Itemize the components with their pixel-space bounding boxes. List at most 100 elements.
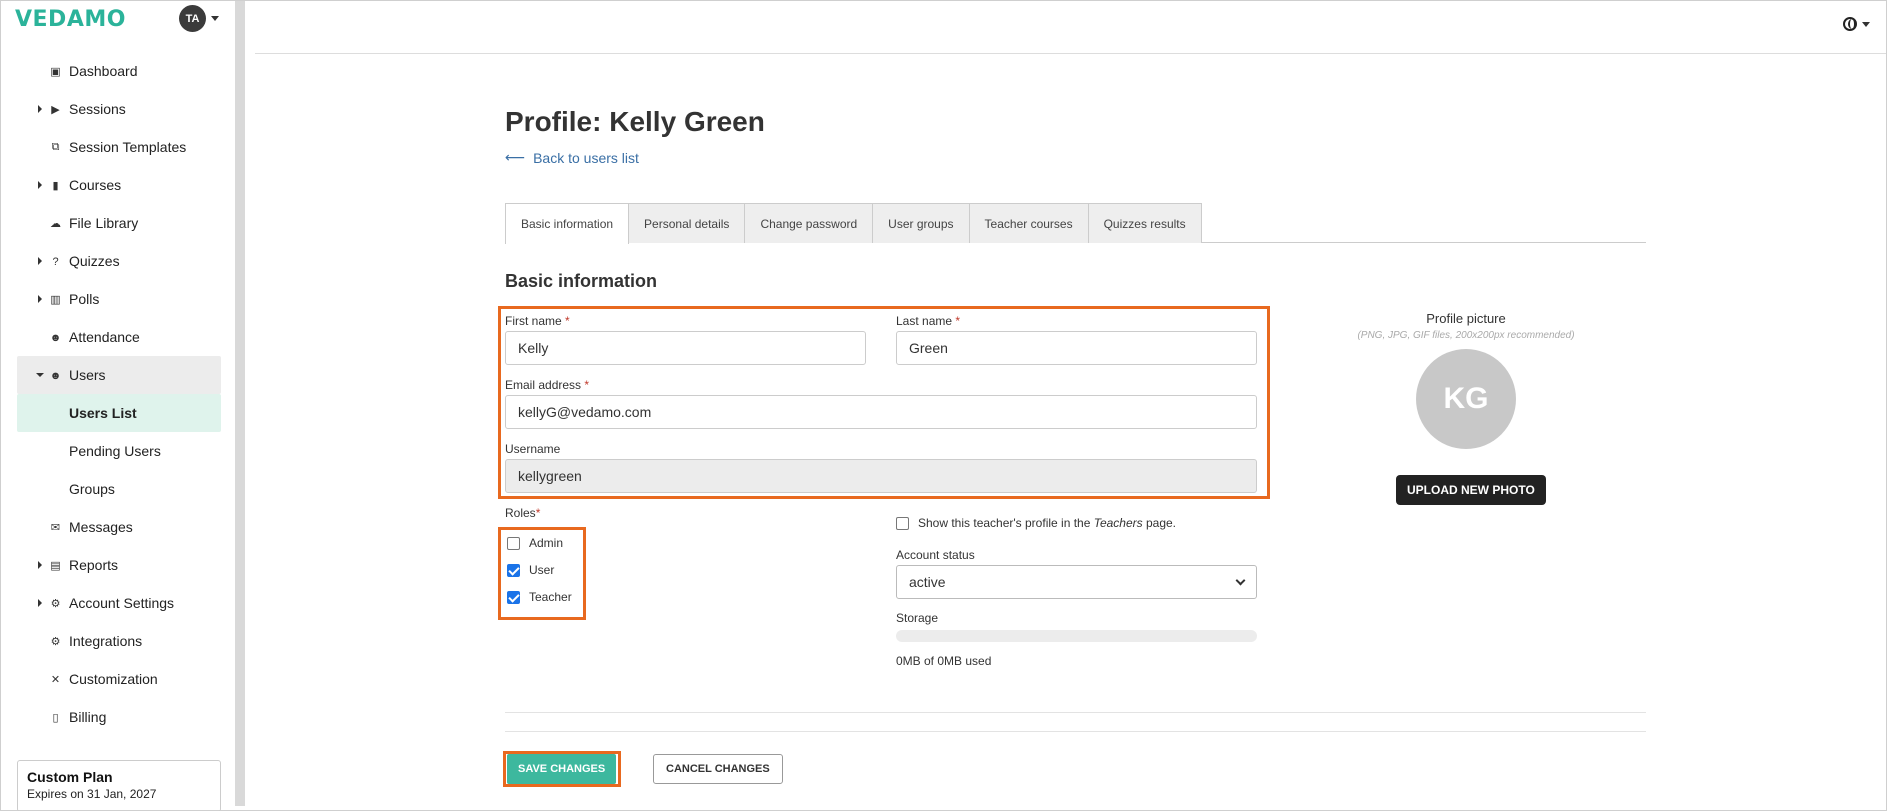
divider [505,712,1646,713]
tab-user-groups[interactable]: User groups [872,203,970,243]
role-user-checkbox[interactable] [507,563,520,577]
gear-icon: ⚙ [50,598,61,610]
sidebar-item-pending-users[interactable]: Pending Users [17,432,221,470]
sidebar-item-billing[interactable]: ▯ Billing [17,698,221,736]
required-mark: * [535,506,541,520]
tab-quizzes-results[interactable]: Quizzes results [1087,203,1202,243]
last-name-label: Last name * [896,314,960,328]
users-icon: ☻ [49,369,62,382]
sidebar-item-label: Pending Users [69,443,161,459]
receipt-icon: ▯ [52,712,59,724]
back-link[interactable]: ⟵ Back to users list [505,149,1646,166]
back-link-label: Back to users list [533,149,639,166]
main-content: Profile: Kelly Green ⟵ Back to users lis… [498,106,1646,787]
role-teacher-label: Teacher [529,590,572,604]
role-admin[interactable]: Admin [507,536,563,550]
sidebar-item-users-list[interactable]: Users List [17,394,221,432]
sidebar-item-quizzes[interactable]: ? Quizzes [17,242,221,280]
email-field[interactable]: kellyG@vedamo.com [505,395,1257,429]
sidebar-item-label: Groups [69,481,115,497]
chevron-right-icon [38,257,42,265]
profile-avatar: KG [1416,349,1516,449]
sidebar-item-label: Dashboard [69,63,138,79]
play-icon: ▶ [51,104,60,116]
user-menu[interactable]: TA [179,5,219,32]
sidebar-item-users[interactable]: ☻ Users [17,356,221,394]
email-label-text: Email address [505,378,582,392]
show-teacher-profile-checkbox[interactable] [896,516,909,530]
question-icon: ? [52,255,59,268]
sidebar-item-session-templates[interactable]: ⧉ Session Templates [17,128,221,166]
cancel-changes-button[interactable]: CANCEL CHANGES [653,754,783,784]
sidebar-item-label: Attendance [69,329,140,345]
cloud-upload-icon: ☁ [50,218,61,230]
chevron-down-icon [211,16,219,21]
storage-progress-bar [896,630,1257,642]
role-admin-label: Admin [529,536,564,550]
role-user-label: User [529,563,555,577]
sidebar-item-label: Messages [69,519,133,535]
sidebar-item-customization[interactable]: ✕ Customization [17,660,221,698]
role-admin-checkbox[interactable] [507,536,520,550]
sidebar-item-file-library[interactable]: ☁ File Library [17,204,221,242]
account-status-value: active [909,574,946,590]
language-menu[interactable] [1843,17,1870,31]
tab-change-password[interactable]: Change password [744,203,874,243]
sidebar-item-label: Reports [69,557,119,573]
sidebar-item-label: Quizzes [69,253,120,269]
profile-tabs: Basic information Personal details Chang… [505,203,1646,244]
tab-basic-information[interactable]: Basic information [505,203,630,244]
sidebar-item-reports[interactable]: ▤ Reports [17,546,221,584]
sidebar-nav: ▣ Dashboard ▶ Sessions ⧉ Session Templat… [17,52,221,736]
username-field: kellygreen [505,459,1257,493]
role-teacher-checkbox[interactable] [507,590,520,604]
first-name-field[interactable]: Kelly [505,331,866,365]
last-name-label-text: Last name [896,314,953,328]
roles-label: Roles* [505,506,540,520]
sidebar-item-messages[interactable]: ✉ Messages [17,508,221,546]
role-teacher[interactable]: Teacher [507,590,572,604]
sidebar-item-sessions[interactable]: ▶ Sessions [17,90,221,128]
plan-card[interactable]: Custom Plan Expires on 31 Jan, 2027 [17,760,221,811]
sidebar-item-groups[interactable]: Groups [17,470,221,508]
sidebar-item-courses[interactable]: ▮ Courses [17,166,221,204]
sidebar-item-label: Customization [69,671,158,687]
report-icon: ▤ [50,560,61,572]
storage-label: Storage [896,611,939,625]
sidebar-item-label: Account Settings [69,595,175,611]
sidebar-item-integrations[interactable]: ⚙ Integrations [17,622,221,660]
sidebar-item-account-settings[interactable]: ⚙ Account Settings [17,584,221,622]
chevron-right-icon [38,105,42,113]
first-name-label: First name * [505,314,570,328]
role-user[interactable]: User [507,563,554,577]
page-title: Profile: Kelly Green [505,106,765,137]
show-teacher-profile[interactable]: Show this teacher's profile in the Teach… [896,516,1176,530]
sidebar-item-label: Courses [69,177,122,193]
gears-icon: ⚙ [50,636,61,648]
sidebar-item-dashboard[interactable]: ▣ Dashboard [17,52,221,90]
show-teacher-profile-label: Show this teacher's profile in the Teach… [918,516,1176,530]
save-changes-button[interactable]: SAVE CHANGES [507,754,617,784]
sidebar-item-polls[interactable]: ▥ Polls [17,280,221,318]
sidebar-item-label: Session Templates [69,139,187,155]
chevron-down-icon [1862,21,1870,27]
sidebar-item-label: Users List [69,405,137,421]
bar-chart-icon: ▥ [50,294,61,306]
chevron-right-icon [38,599,42,607]
profile-picture-hint: (PNG, JPG, GIF files, 200x200px recommen… [1357,330,1575,341]
plan-name: Custom Plan [27,769,113,785]
book-icon: ▮ [52,180,59,192]
upload-photo-button[interactable]: UPLOAD NEW PHOTO [1396,475,1546,505]
chevron-down-icon [36,373,44,377]
sidebar-item-label: Billing [69,709,107,725]
account-status-select[interactable]: active [896,565,1257,599]
envelope-icon: ✉ [50,522,61,534]
chevron-right-icon [38,295,42,303]
last-name-field[interactable]: Green [896,331,1257,365]
tab-personal-details[interactable]: Personal details [628,203,746,243]
sidebar-item-attendance[interactable]: ☻ Attendance [17,318,221,356]
chevron-right-icon [38,181,42,189]
vedamo-logo[interactable]: VEDAMO [15,7,126,32]
sidebar-item-label: Users [69,367,106,383]
tab-teacher-courses[interactable]: Teacher courses [968,203,1089,243]
